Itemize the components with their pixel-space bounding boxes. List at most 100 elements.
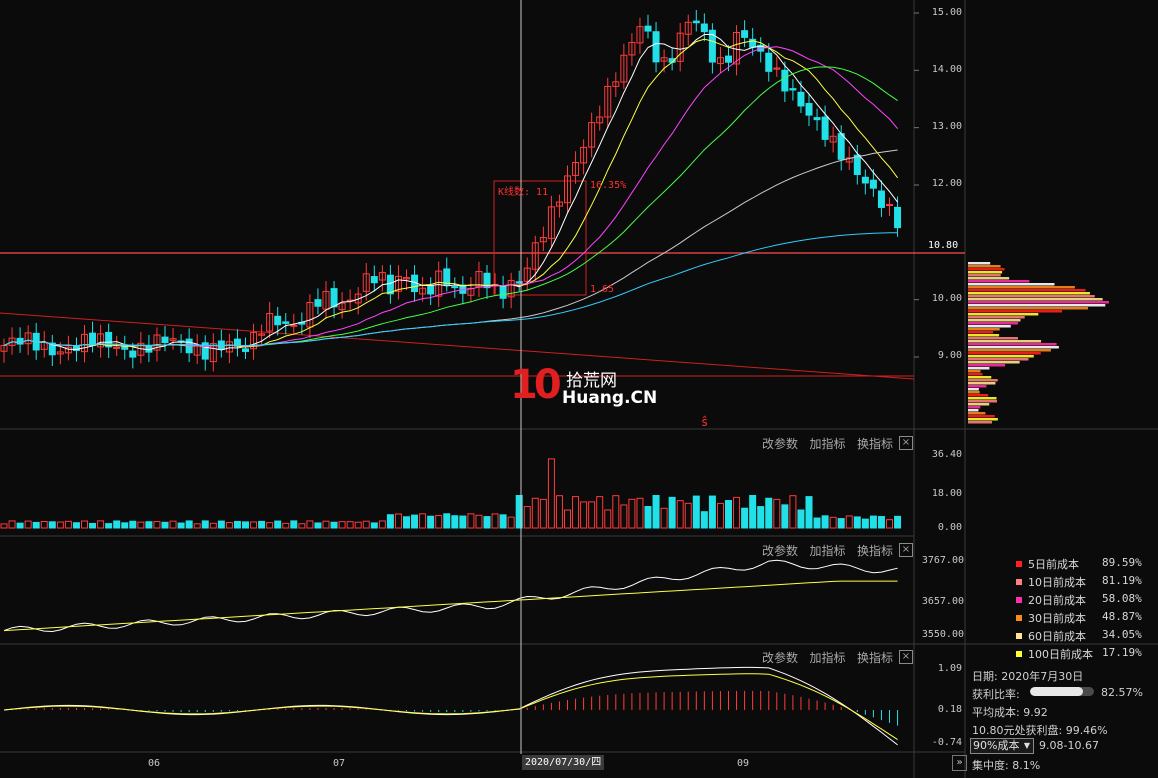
volume-bar bbox=[443, 513, 451, 529]
legend-swatch bbox=[1016, 615, 1022, 621]
volume-bar bbox=[72, 522, 80, 529]
volume-bar bbox=[435, 515, 443, 529]
volume-bar bbox=[491, 513, 499, 529]
chip-bar bbox=[968, 394, 989, 397]
add-indicator-button[interactable]: 加指标 bbox=[809, 651, 845, 665]
chip-bar bbox=[968, 361, 1020, 364]
candle-body bbox=[837, 133, 845, 160]
volume-bar bbox=[499, 514, 507, 529]
candle-body bbox=[242, 348, 249, 352]
close-volume-panel-button[interactable]: × bbox=[899, 436, 913, 450]
volume-bar bbox=[40, 520, 48, 529]
volume-bar bbox=[467, 513, 475, 529]
volume-bar bbox=[209, 522, 217, 529]
chip-bar bbox=[968, 412, 986, 415]
profit-at-price: 10.80元处获利盘: 99.46% bbox=[972, 724, 1108, 737]
candle-body bbox=[314, 299, 322, 307]
volume-bar bbox=[845, 515, 853, 529]
volume-bar bbox=[580, 501, 588, 529]
macd-tick-low: -0.74 bbox=[931, 737, 962, 748]
box-kline-count: K线数: 11 bbox=[498, 187, 549, 198]
volume-bar bbox=[378, 520, 386, 529]
volume-bar bbox=[700, 511, 708, 529]
volume-bar bbox=[427, 515, 435, 529]
chip-bar bbox=[968, 382, 996, 385]
volume-bar bbox=[306, 520, 314, 529]
volume-bar bbox=[274, 520, 282, 529]
chip-bar bbox=[968, 370, 981, 373]
chip-bar bbox=[968, 268, 1005, 271]
volume-bar bbox=[564, 509, 571, 529]
add-indicator-button[interactable]: 加指标 bbox=[809, 437, 845, 451]
volume-bar bbox=[403, 516, 410, 529]
macd-tick-mid: 0.18 bbox=[937, 704, 962, 715]
volume-bar bbox=[725, 500, 732, 529]
volume-bar bbox=[193, 523, 201, 529]
avg-cost: 平均成本: 9.92 bbox=[972, 706, 1048, 719]
index-toolbar: 改参数 加指标 换指标 bbox=[762, 542, 893, 559]
edit-params-button[interactable]: 改参数 bbox=[762, 544, 798, 558]
switch-indicator-button[interactable]: 换指标 bbox=[857, 544, 893, 558]
switch-indicator-button[interactable]: 换指标 bbox=[857, 437, 893, 451]
chevron-down-icon: ▼ bbox=[1023, 741, 1030, 750]
chip-bar bbox=[968, 409, 979, 412]
chip-bar bbox=[968, 280, 1030, 283]
legend-row: 5日前成本 89.59% bbox=[1016, 556, 1142, 572]
chip-bar bbox=[968, 316, 1025, 319]
chip-bar bbox=[968, 277, 1010, 280]
candle-body bbox=[741, 30, 749, 38]
volume-bar bbox=[676, 500, 684, 529]
macd-toolbar: 改参数 加指标 换指标 bbox=[762, 649, 893, 666]
volume-bar bbox=[692, 495, 700, 529]
macd-dif-line bbox=[3, 666, 898, 746]
volume-bar bbox=[233, 520, 241, 529]
edit-params-button[interactable]: 改参数 bbox=[762, 437, 798, 451]
chip-bar bbox=[968, 322, 1019, 325]
volume-toolbar: 改参数 加指标 换指标 bbox=[762, 435, 893, 452]
add-indicator-button[interactable]: 加指标 bbox=[809, 544, 845, 558]
volume-bar bbox=[411, 514, 419, 529]
legend-row: 100日前成本 17.19% bbox=[1016, 646, 1142, 662]
legend-label: 60日前成本 bbox=[1028, 630, 1086, 643]
price-tick-15: 15.00 bbox=[931, 7, 962, 18]
candle-body bbox=[869, 179, 877, 189]
box-low-value: 1.65 bbox=[590, 284, 615, 295]
volume-bar bbox=[829, 516, 837, 529]
chip-bar bbox=[968, 418, 998, 421]
candle-body bbox=[499, 285, 507, 299]
close-macd-panel-button[interactable]: × bbox=[899, 650, 913, 664]
index-series bbox=[3, 559, 898, 633]
legend-row: 60日前成本 34.05% bbox=[1016, 628, 1142, 644]
chip-bar bbox=[968, 313, 1039, 316]
volume-bar bbox=[330, 521, 338, 529]
scroll-right-button[interactable]: » bbox=[952, 755, 967, 771]
volume-bar bbox=[266, 522, 274, 529]
chip-bar bbox=[968, 421, 992, 424]
candle-body bbox=[805, 103, 813, 116]
cost-select[interactable]: 90%成本 ▼ bbox=[970, 738, 1034, 754]
price-tick-12: 12.00 bbox=[931, 178, 962, 189]
profit-ratio-bar bbox=[1030, 687, 1094, 696]
legend-pct: 81.19% bbox=[1102, 574, 1142, 587]
edit-params-button[interactable]: 改参数 bbox=[762, 651, 798, 665]
chip-bar bbox=[968, 406, 981, 409]
chip-bar bbox=[968, 289, 1086, 292]
volume-bar bbox=[708, 495, 716, 529]
volume-bar bbox=[24, 520, 32, 529]
volume-bar bbox=[604, 509, 612, 529]
volume-bar bbox=[370, 522, 378, 529]
chip-bar bbox=[968, 367, 990, 370]
volume-tick-zero: 0.00 bbox=[937, 522, 962, 533]
chip-bar bbox=[968, 286, 1075, 289]
x-label-07: 07 bbox=[333, 758, 346, 769]
price-tick-14: 14.00 bbox=[931, 64, 962, 75]
volume-bar bbox=[668, 496, 676, 529]
candle-body bbox=[330, 288, 338, 308]
close-index-panel-button[interactable]: × bbox=[899, 543, 913, 557]
candle-body bbox=[861, 176, 869, 184]
switch-indicator-button[interactable]: 换指标 bbox=[857, 651, 893, 665]
candle-body bbox=[781, 69, 789, 92]
moving-average-line bbox=[3, 66, 898, 347]
legend-swatch bbox=[1016, 633, 1022, 639]
index-tick-low: 3550.00 bbox=[921, 629, 964, 640]
